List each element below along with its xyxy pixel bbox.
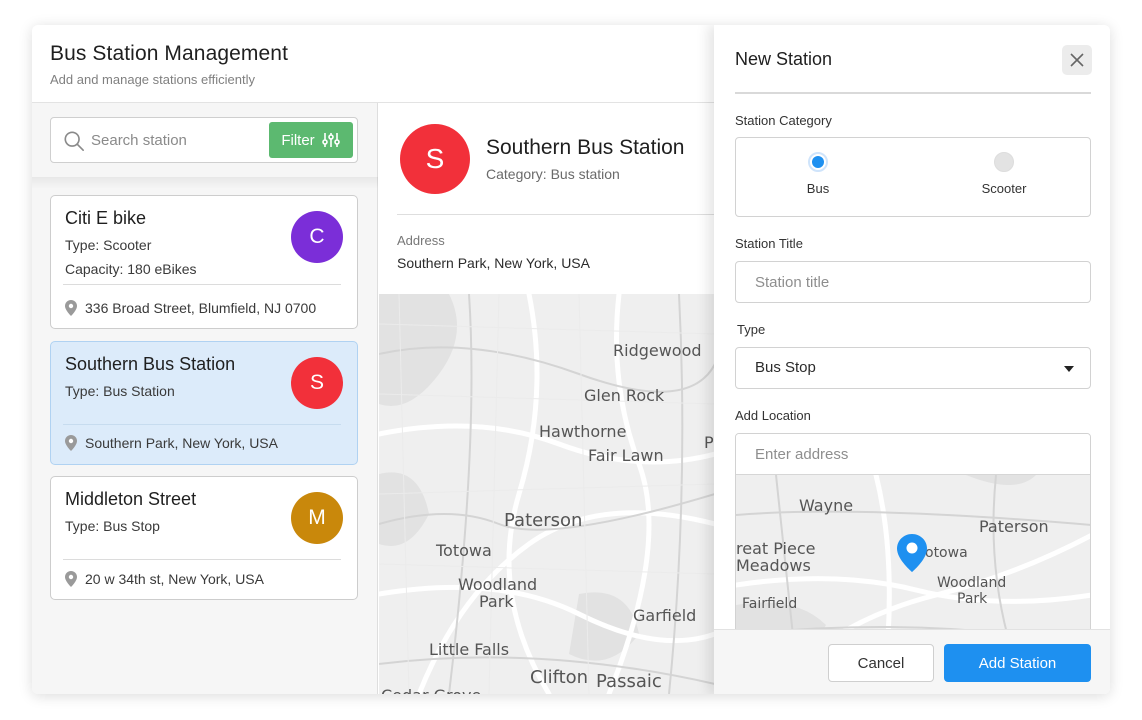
map-label: Hawthorne bbox=[539, 422, 627, 441]
category-option-scooter[interactable]: Scooter bbox=[944, 152, 1064, 196]
station-type: Type: Bus Stop bbox=[65, 518, 160, 534]
map-label: Paterson bbox=[979, 517, 1049, 536]
detail-address: Southern Park, New York, USA bbox=[397, 255, 590, 271]
station-type: Type: Scooter bbox=[65, 237, 152, 253]
map-label: Woodland bbox=[937, 575, 1007, 591]
close-icon bbox=[1070, 53, 1084, 67]
station-address-row: 336 Broad Street, Blumfield, NJ 0700 bbox=[65, 300, 316, 316]
card-divider bbox=[63, 284, 341, 285]
map-label: Fairfield bbox=[742, 596, 798, 612]
filter-button-label: Filter bbox=[281, 131, 315, 149]
sliders-icon bbox=[321, 133, 340, 147]
location-marker-icon bbox=[897, 534, 927, 572]
app-window: Bus Station Management Add and manage st… bbox=[32, 25, 1110, 694]
detail-category: Category: Bus station bbox=[486, 166, 620, 182]
modal-divider bbox=[735, 92, 1091, 94]
map-label: Wayne bbox=[799, 496, 854, 515]
map-label: P bbox=[704, 433, 714, 452]
station-category-label: Station Category bbox=[735, 113, 832, 128]
map-label: Park bbox=[479, 592, 514, 611]
location-pin-icon bbox=[65, 435, 77, 451]
filter-button[interactable]: Filter bbox=[269, 122, 353, 158]
map-label: Paterson bbox=[504, 510, 583, 531]
map-label: otowa bbox=[925, 545, 968, 561]
location-pin-icon bbox=[65, 300, 77, 316]
station-card-middleton-street[interactable]: Middleton Street Type: Bus Stop M 20 w 3… bbox=[50, 476, 358, 600]
avatar: C bbox=[291, 211, 343, 263]
list-divider-shadow bbox=[32, 177, 378, 189]
station-address-row: Southern Park, New York, USA bbox=[65, 435, 278, 451]
map-label: Park bbox=[957, 591, 988, 607]
station-name: Southern Bus Station bbox=[65, 354, 236, 374]
station-name: Middleton Street bbox=[65, 489, 197, 509]
type-label: Type bbox=[737, 322, 766, 337]
map-label: Little Falls bbox=[429, 640, 510, 659]
station-map[interactable]: Ridgewood Glen Rock Hawthorne Fair Lawn … bbox=[379, 294, 715, 694]
station-type: Type: Bus Station bbox=[65, 383, 175, 399]
detail-divider bbox=[397, 214, 715, 215]
radio-label-bus: Bus bbox=[806, 181, 830, 196]
modal-footer: Cancel Add Station bbox=[714, 629, 1110, 694]
station-title-label: Station Title bbox=[735, 236, 803, 251]
category-option-bus[interactable]: Bus bbox=[758, 152, 878, 196]
map-label: Totowa bbox=[436, 541, 492, 560]
location-pin-icon bbox=[65, 571, 77, 587]
station-address: 20 w 34th st, New York, USA bbox=[85, 571, 264, 587]
detail-address-label: Address bbox=[397, 233, 445, 248]
add-location-label: Add Location bbox=[735, 408, 811, 423]
station-sidebar: Filter Citi E bike Type: Scooter Capacit… bbox=[32, 103, 378, 694]
station-name: Citi E bike bbox=[65, 208, 147, 228]
station-title-field bbox=[735, 261, 1091, 303]
type-select[interactable]: Bus Stop bbox=[735, 347, 1091, 389]
station-address: 336 Broad Street, Blumfield, NJ 0700 bbox=[85, 300, 317, 316]
address-input[interactable] bbox=[736, 434, 1090, 475]
new-station-panel: New Station Station Category Bus Scooter… bbox=[714, 25, 1110, 694]
type-select-value: Bus Stop bbox=[755, 359, 816, 376]
app-header: Bus Station Management Add and manage st… bbox=[32, 25, 714, 103]
close-button[interactable] bbox=[1062, 45, 1092, 75]
map-label: Clifton bbox=[530, 667, 589, 688]
page-title: Bus Station Management bbox=[50, 42, 289, 65]
map-label: Meadows bbox=[736, 556, 811, 575]
map-label: Garfield bbox=[633, 606, 697, 625]
modal-title: New Station bbox=[735, 49, 833, 69]
station-title-input[interactable] bbox=[736, 262, 1090, 302]
map-label: Ridgewood bbox=[613, 341, 702, 360]
radio-label-scooter: Scooter bbox=[981, 181, 1027, 196]
radio-scooter[interactable] bbox=[994, 152, 1014, 172]
map-label: Cedar Grove bbox=[381, 686, 481, 694]
search-input[interactable] bbox=[91, 128, 261, 152]
station-card-citi-e-bike[interactable]: Citi E bike Type: Scooter Capacity: 180 … bbox=[50, 195, 358, 329]
caret-down-icon bbox=[1064, 366, 1074, 372]
add-station-button[interactable]: Add Station bbox=[944, 644, 1091, 682]
radio-bus[interactable] bbox=[808, 152, 828, 172]
card-divider bbox=[63, 424, 341, 425]
page-subtitle: Add and manage stations efficiently bbox=[50, 72, 256, 87]
map-label: Fair Lawn bbox=[588, 446, 664, 465]
avatar: M bbox=[291, 492, 343, 544]
detail-title: Southern Bus Station bbox=[486, 136, 685, 159]
station-card-southern-bus-station[interactable]: Southern Bus Station Type: Bus Station S… bbox=[50, 341, 358, 465]
station-capacity: Capacity: 180 eBikes bbox=[65, 261, 197, 277]
station-address-row: 20 w 34th st, New York, USA bbox=[65, 571, 264, 587]
search-icon bbox=[64, 131, 84, 151]
station-address: Southern Park, New York, USA bbox=[85, 435, 278, 451]
map-label: Glen Rock bbox=[584, 386, 665, 405]
avatar: S bbox=[291, 357, 343, 409]
map-label: Passaic bbox=[596, 671, 662, 692]
card-divider bbox=[63, 559, 341, 560]
detail-avatar: S bbox=[400, 124, 470, 194]
station-category-group: Bus Scooter bbox=[735, 137, 1091, 217]
search-box: Filter bbox=[50, 117, 358, 163]
station-detail-panel: S Southern Bus Station Category: Bus sta… bbox=[379, 103, 715, 694]
cancel-button[interactable]: Cancel bbox=[828, 644, 934, 682]
